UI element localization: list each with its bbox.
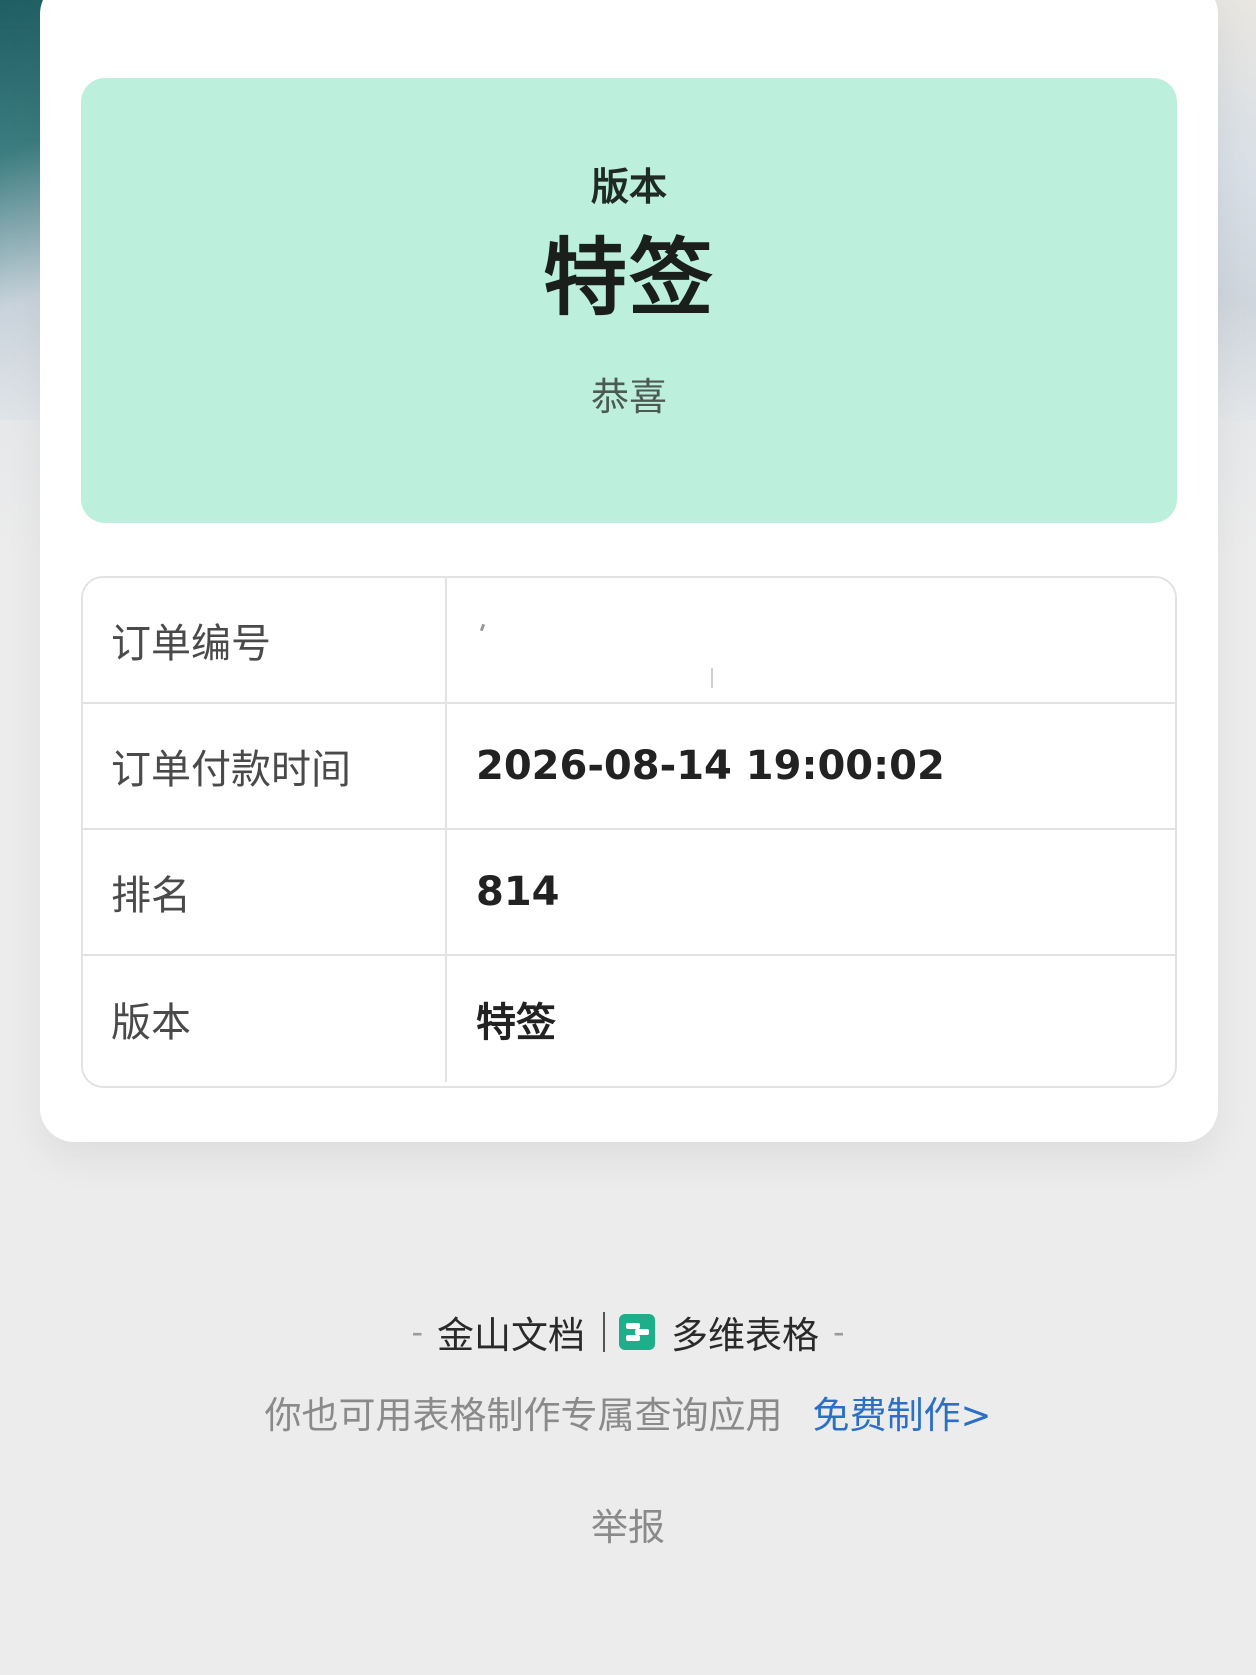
table-row-payment-time: 订单付款时间 2026-08-14 19:00:02 bbox=[83, 704, 1175, 830]
footer-brand: - 金山文档 多维表格 - bbox=[0, 1304, 1256, 1360]
table-row-order-number: 订单编号 bbox=[83, 578, 1175, 704]
row-key: 排名 bbox=[83, 830, 447, 954]
row-value: 特签 bbox=[476, 1000, 556, 1046]
multidimensional-table-icon bbox=[619, 1314, 655, 1350]
table-row-rank: 排名 814 bbox=[83, 830, 1175, 956]
footer-promo: 你也可用表格制作专属查询应用 免费制作> bbox=[0, 1384, 1256, 1440]
row-key: 版本 bbox=[83, 956, 447, 1082]
row-value bbox=[447, 578, 1175, 702]
table-row-edition: 版本 特签 bbox=[83, 956, 1175, 1082]
hero-label: 版本 bbox=[590, 165, 667, 209]
result-card: 版本 特签 恭喜 订单编号 订单付款时间 2026-08-14 19:00:02… bbox=[40, 0, 1218, 1142]
product-name[interactable]: 多维表格 bbox=[671, 1305, 819, 1359]
redacted-value bbox=[447, 578, 1175, 702]
hero-subtitle: 恭喜 bbox=[590, 375, 667, 419]
brand-name[interactable]: 金山文档 bbox=[437, 1305, 585, 1359]
brand-separator bbox=[603, 1312, 605, 1352]
free-create-link[interactable]: 免费制作> bbox=[812, 1385, 991, 1439]
promo-text: 你也可用表格制作专属查询应用 bbox=[264, 1394, 783, 1437]
row-value: 814 bbox=[476, 869, 560, 915]
row-value: 2026-08-14 19:00:02 bbox=[476, 743, 945, 789]
hero-value: 特签 bbox=[542, 229, 715, 327]
report-link[interactable]: 举报 bbox=[0, 1496, 1256, 1552]
row-key: 订单付款时间 bbox=[83, 704, 447, 828]
footer-dash-right: - bbox=[833, 1313, 845, 1351]
row-key: 订单编号 bbox=[83, 578, 447, 702]
footer-dash-left: - bbox=[411, 1313, 423, 1351]
result-hero: 版本 特签 恭喜 bbox=[81, 78, 1177, 523]
order-info-table: 订单编号 订单付款时间 2026-08-14 19:00:02 排名 814 版… bbox=[81, 576, 1177, 1088]
